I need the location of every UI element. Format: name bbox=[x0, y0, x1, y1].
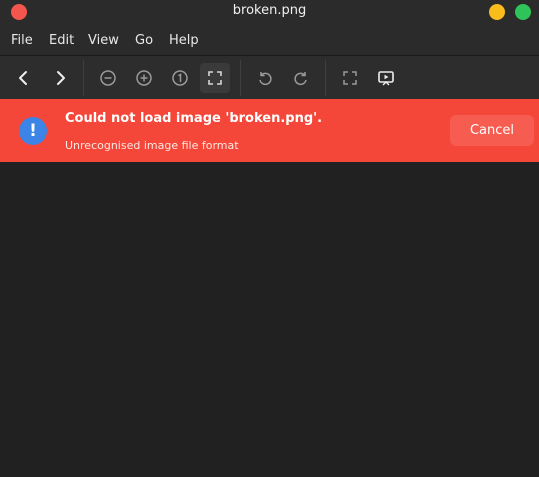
menu-edit[interactable]: Edit bbox=[49, 33, 74, 48]
slideshow-icon bbox=[378, 71, 394, 86]
fit-to-window-icon bbox=[208, 71, 222, 85]
toolbar bbox=[0, 56, 539, 99]
error-title: Could not load image 'broken.png'. bbox=[65, 111, 323, 126]
chevron-left-icon bbox=[19, 71, 27, 85]
cancel-button[interactable]: Cancel bbox=[450, 115, 534, 146]
toolbar-separator bbox=[240, 60, 241, 96]
menu-bar: File Edit View Go Help bbox=[0, 24, 539, 55]
zoom-original-button[interactable] bbox=[165, 63, 195, 93]
forward-button[interactable] bbox=[45, 63, 75, 93]
rotate-right-button[interactable] bbox=[286, 63, 316, 93]
fullscreen-icon bbox=[343, 71, 357, 85]
menu-file[interactable]: File bbox=[11, 33, 33, 48]
image-view bbox=[0, 162, 539, 477]
rotate-right-icon bbox=[294, 72, 307, 86]
menu-view[interactable]: View bbox=[88, 33, 119, 48]
menu-help[interactable]: Help bbox=[169, 33, 199, 48]
slideshow-button[interactable] bbox=[371, 63, 401, 93]
toolbar-separator bbox=[83, 60, 84, 96]
app-window: broken.png File Edit View Go Help ! Coul… bbox=[0, 0, 539, 477]
fullscreen-button[interactable] bbox=[335, 63, 365, 93]
chevron-right-icon bbox=[57, 71, 65, 85]
toolbar-separator bbox=[325, 60, 326, 96]
exclamation-icon: ! bbox=[19, 117, 47, 145]
zoom-1-to-1-icon bbox=[172, 70, 188, 86]
menu-go[interactable]: Go bbox=[135, 33, 153, 48]
window-title: broken.png bbox=[232, 3, 307, 18]
best-fit-button[interactable] bbox=[200, 63, 230, 93]
rotate-left-icon bbox=[259, 72, 272, 86]
zoom-in-icon bbox=[136, 70, 152, 86]
rotate-left-button[interactable] bbox=[250, 63, 280, 93]
zoom-out-icon bbox=[100, 70, 116, 86]
zoom-out-button[interactable] bbox=[93, 63, 123, 93]
minimize-window-button[interactable] bbox=[489, 4, 505, 20]
title-bar: broken.png bbox=[0, 0, 539, 24]
maximize-window-button[interactable] bbox=[515, 4, 531, 20]
back-button[interactable] bbox=[9, 63, 39, 93]
zoom-in-button[interactable] bbox=[129, 63, 159, 93]
error-message: Unrecognised image file format bbox=[65, 139, 239, 152]
